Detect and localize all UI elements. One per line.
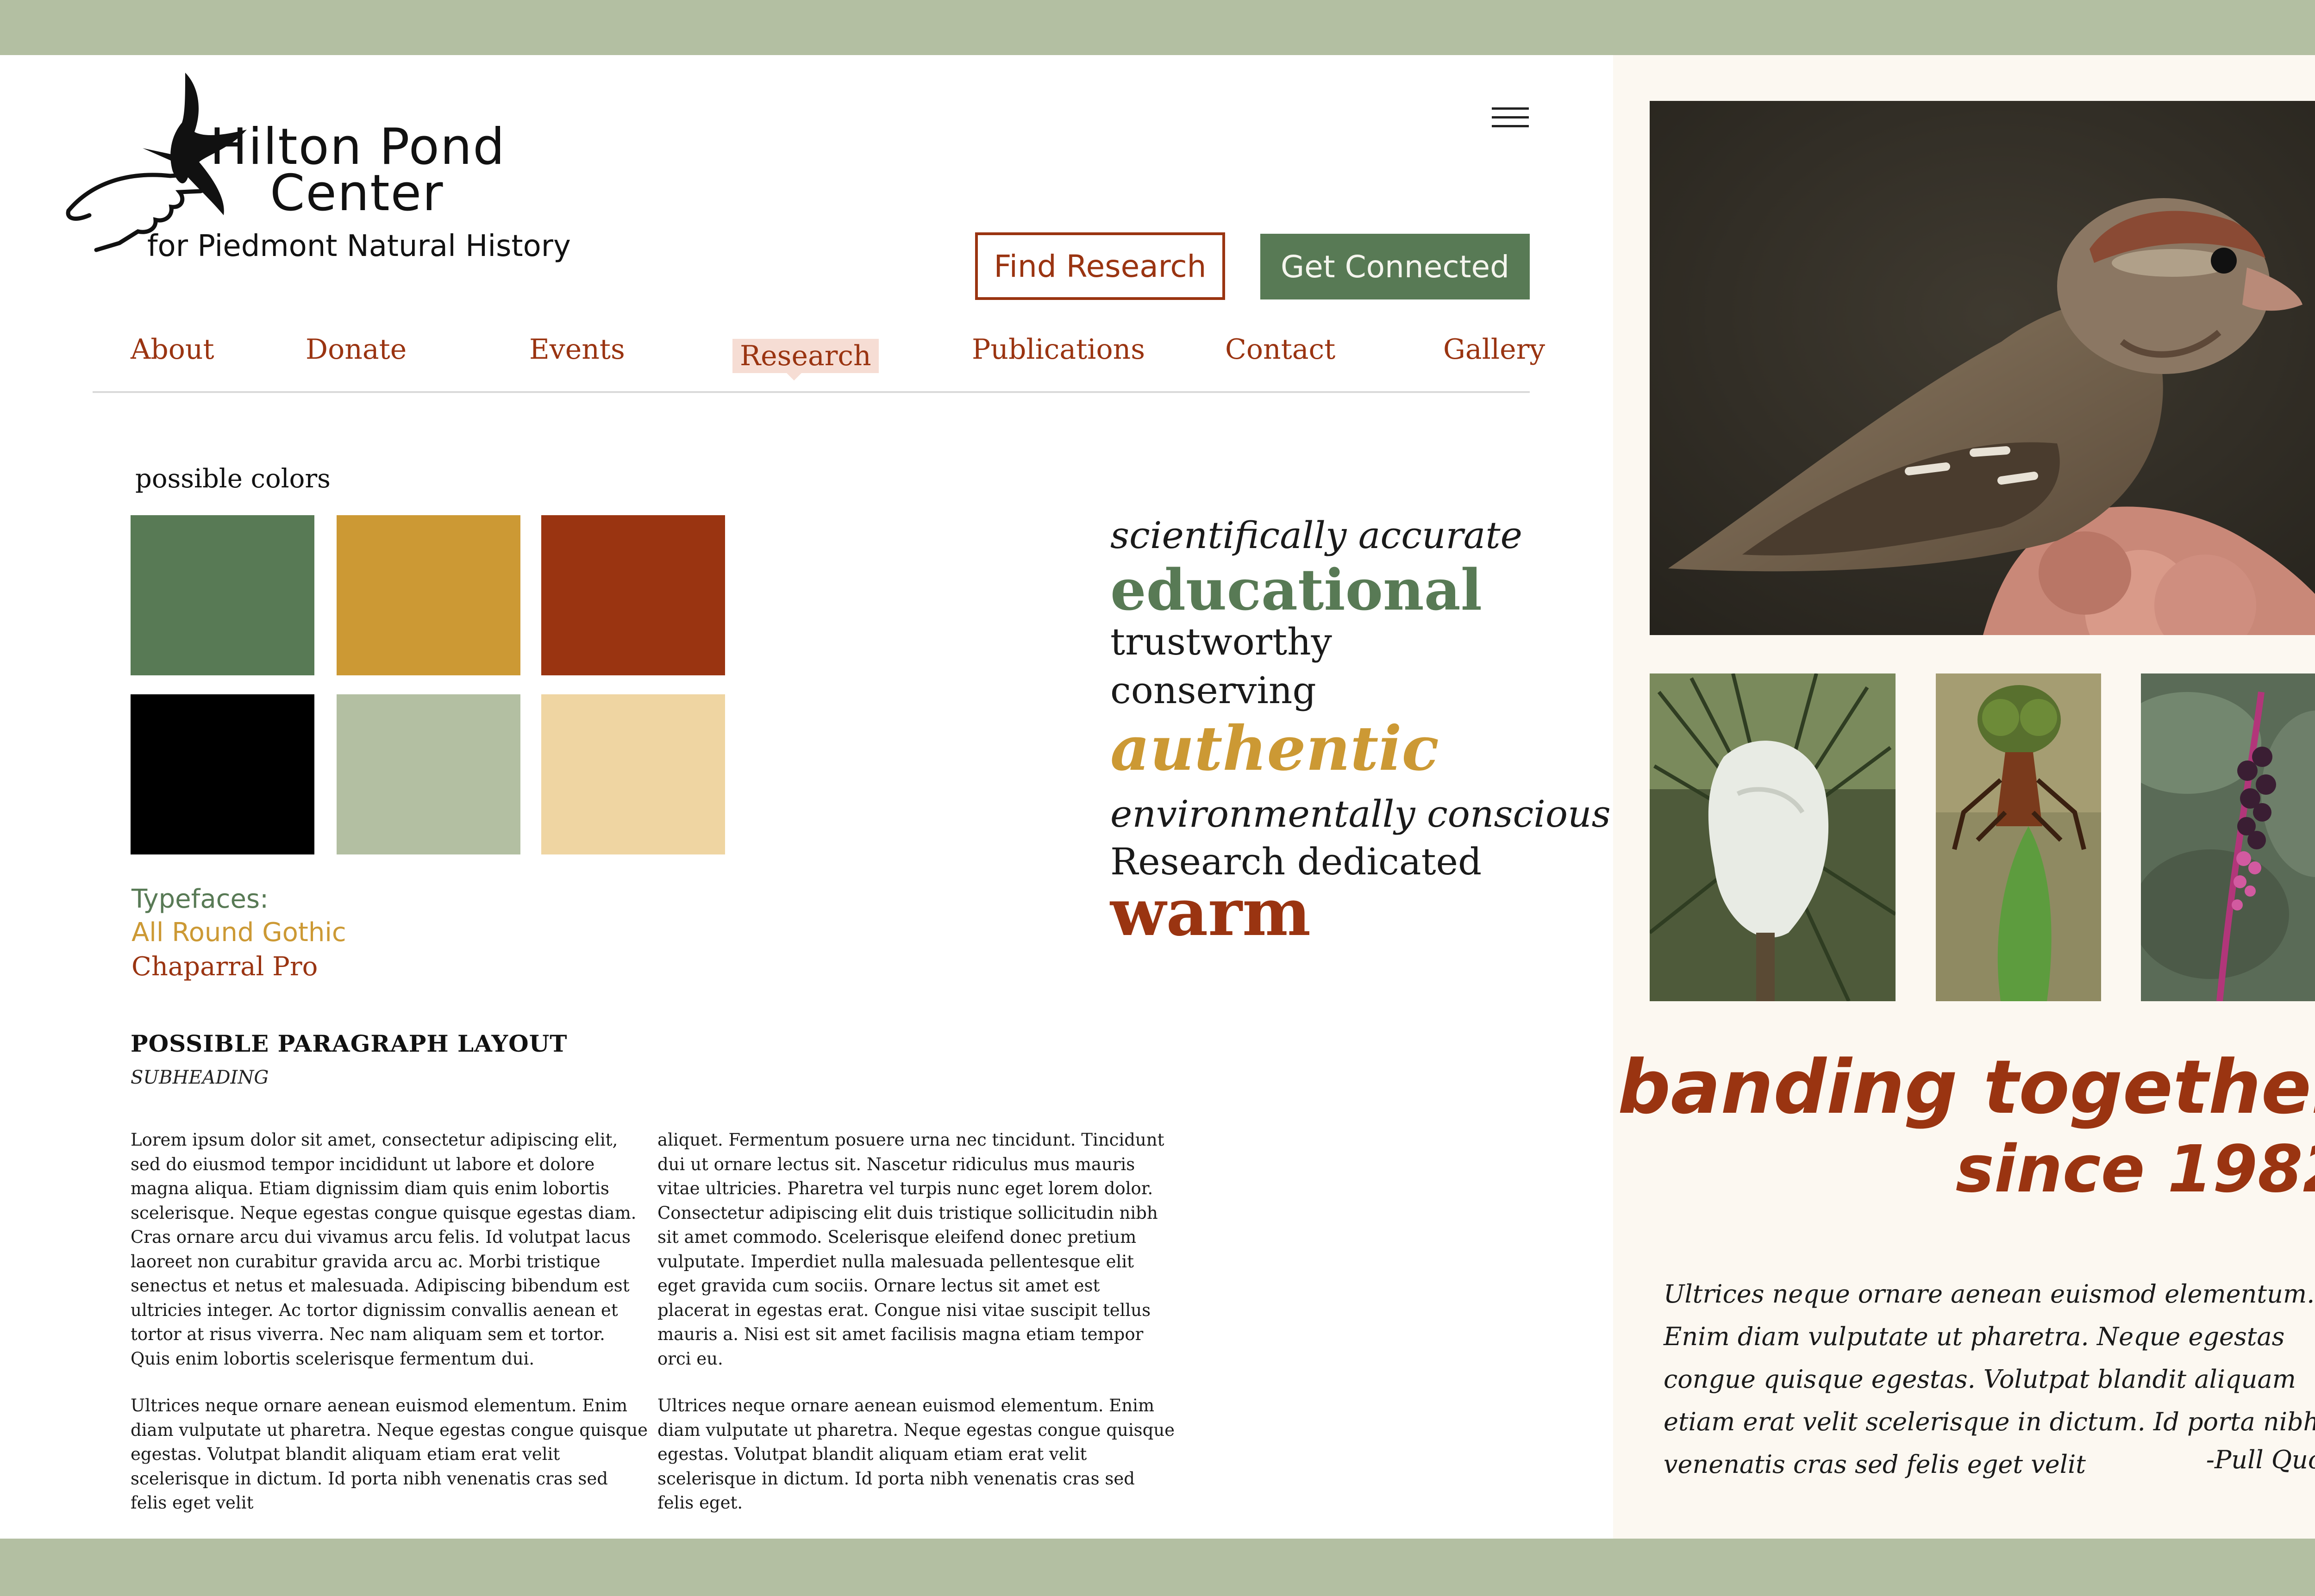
tagline-line2: since 1982 xyxy=(1955,1132,2315,1207)
typeface-item: All Round Gothic xyxy=(131,917,346,948)
logo-tagline: for Piedmont Natural History xyxy=(147,229,571,263)
color-swatch xyxy=(337,694,520,854)
paragraph-subheading: SUBHEADING xyxy=(131,1067,269,1088)
menu-icon[interactable] xyxy=(1492,107,1529,128)
adjective-word: educational xyxy=(1110,556,1483,623)
color-swatch xyxy=(541,694,725,854)
adjective-word: environmentally conscious xyxy=(1110,792,1611,835)
nav-active-indicator xyxy=(784,370,804,380)
tagline-line1: banding together xyxy=(1617,1044,2315,1130)
color-swatch xyxy=(131,694,314,854)
adjective-word: trustworthy xyxy=(1110,620,1332,663)
paragraph-heading: POSSIBLE PARAGRAPH LAYOUT xyxy=(131,1030,568,1057)
nav-donate[interactable]: Donate xyxy=(306,333,407,366)
pokeweed-berries-photo xyxy=(2141,673,2315,1001)
color-swatch xyxy=(337,515,520,675)
insect-photo xyxy=(1936,673,2101,1001)
adjective-word: scientifically accurate xyxy=(1110,514,1522,557)
nav-divider xyxy=(93,391,1530,393)
adjective-word: authentic xyxy=(1110,713,1439,785)
get-connected-button[interactable]: Get Connected xyxy=(1260,234,1530,299)
typefaces-label: Typefaces: xyxy=(131,884,269,914)
logo-title-line2: Center xyxy=(270,164,444,222)
body-paragraph: Ultrices neque ornare aenean euismod ele… xyxy=(657,1396,1175,1513)
pull-quote-attribution: -Pull Quote xyxy=(2206,1445,2315,1474)
nav-about[interactable]: About xyxy=(131,333,214,366)
adjective-word: conserving xyxy=(1110,669,1316,712)
colors-label: possible colors xyxy=(135,464,331,494)
logo[interactable]: Hilton Pond Center for Piedmont Natural … xyxy=(64,67,587,271)
menu-bar xyxy=(1492,116,1529,118)
nav-publications[interactable]: Publications xyxy=(972,333,1145,366)
body-paragraph: Lorem ipsum dolor sit amet, consectetur … xyxy=(131,1130,637,1369)
spittle-foam-photo xyxy=(1650,673,1896,1001)
nav-contact[interactable]: Contact xyxy=(1225,333,1335,366)
color-swatch xyxy=(131,515,314,675)
nav-research[interactable]: Research xyxy=(732,339,879,373)
body-paragraph: aliquet. Fermentum posuere urna nec tinc… xyxy=(657,1130,1164,1369)
menu-bar xyxy=(1492,125,1529,127)
adjective-word: warm xyxy=(1110,875,1311,951)
menu-bar xyxy=(1492,107,1529,110)
body-paragraph: Ultrices neque ornare aenean euismod ele… xyxy=(131,1396,648,1513)
nav-events[interactable]: Events xyxy=(529,333,625,366)
sparrow-photo xyxy=(1650,101,2315,635)
find-research-button[interactable]: Find Research xyxy=(975,232,1225,300)
nav-gallery[interactable]: Gallery xyxy=(1443,333,1545,366)
typeface-item: Chaparral Pro xyxy=(131,952,318,982)
color-swatch xyxy=(541,515,725,675)
